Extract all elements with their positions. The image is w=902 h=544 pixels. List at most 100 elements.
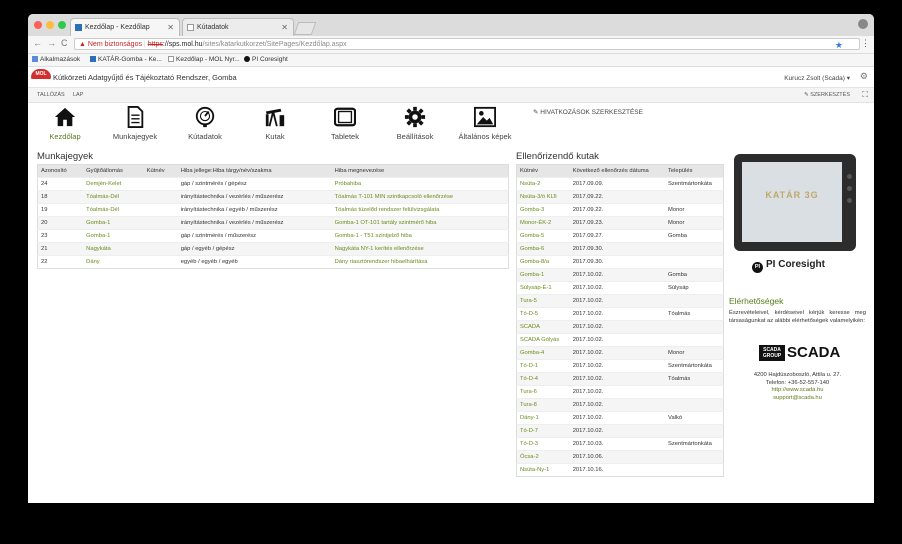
cell-link[interactable]: Tura-8: [516, 398, 570, 412]
table-row[interactable]: Ócsa-2 2017.10.06.: [516, 450, 724, 464]
profile-icon[interactable]: [858, 19, 868, 29]
cell-link[interactable]: Nsüta-3/ö KIJI: [516, 190, 570, 204]
cell-link[interactable]: Monor-ÉK-2: [516, 216, 570, 230]
cell-link[interactable]: Dány-1: [516, 411, 570, 425]
edit-page-link[interactable]: ✎ SZERKESZTÉS: [804, 88, 850, 102]
table-row[interactable]: SCADA 2017.10.02.: [516, 320, 724, 334]
table-row[interactable]: Nsüta-2 2017.09.09. Szentmártonkáta: [516, 177, 724, 191]
nav-altalanos-kepek[interactable]: Általános képek: [455, 106, 515, 141]
cell-link[interactable]: Tó-D-7: [516, 424, 570, 438]
column-header[interactable]: Település: [665, 164, 724, 178]
cell-link[interactable]: Dány: [83, 255, 144, 269]
cell-link[interactable]: Nsüta-Ny-1: [516, 463, 570, 477]
url-input[interactable]: ▲ Nem biztonságos | https://sps.mol.hu/s…: [74, 38, 860, 50]
close-window-button[interactable]: [34, 21, 42, 29]
nav-tabletek[interactable]: Tabletek: [315, 106, 375, 141]
cell-link[interactable]: Gomba-1 - T51 szintjelző hiba: [331, 229, 509, 243]
cell-link[interactable]: Nagykáta NY-1 kerítés ellenőrzése: [331, 242, 509, 256]
mol-logo[interactable]: MOL: [31, 69, 51, 79]
nav-kezdolap[interactable]: Kezdőlap: [35, 106, 95, 141]
ribbon-tab-tallozas[interactable]: TALLÓZÁS: [37, 88, 65, 102]
cell-link[interactable]: Tó-D-5: [516, 307, 570, 321]
edit-links-button[interactable]: ✎ HIVATKOZÁSOK SZERKESZTÉSE: [533, 108, 643, 116]
browser-menu-icon[interactable]: ⋮: [861, 38, 870, 49]
cell-link[interactable]: Dány riasztórendszer hibaelhárítása: [331, 255, 509, 269]
table-row[interactable]: 19 Tóalmás-Dél irányítástechnika / egyéb /…: [37, 203, 509, 217]
cell-link[interactable]: Tóalmás T-101 MIN szintkapcsoló ellenőrz…: [331, 190, 509, 204]
cell-link[interactable]: Tó-D-4: [516, 372, 570, 386]
settings-gear-icon[interactable]: ⚙: [860, 71, 868, 82]
table-row[interactable]: SCADA Gólyás 2017.10.02.: [516, 333, 724, 347]
cell-link[interactable]: Tóalmás-Dél: [83, 203, 144, 217]
column-header[interactable]: Azonosító: [37, 164, 84, 178]
cell-link[interactable]: Tó-D-3: [516, 437, 570, 451]
bookmark-apps[interactable]: Alkalmazások: [32, 54, 80, 66]
cell-link[interactable]: Tóalmás-Dél: [83, 190, 144, 204]
column-header[interactable]: Kútnév: [516, 164, 570, 178]
table-row[interactable]: Gomba-5 2017.09.27. Gomba: [516, 229, 724, 243]
back-icon[interactable]: ←: [33, 38, 42, 48]
table-row[interactable]: 22 Dány egyéb / egyéb / egyéb Dány riasztór…: [37, 255, 509, 269]
table-row[interactable]: 20 Gomba-1 irányítástechnika / vezérlés / …: [37, 216, 509, 230]
column-header[interactable]: Hiba megnevezése: [331, 164, 509, 178]
table-row[interactable]: Tó-D-1 2017.10.02. Szentmártonkáta: [516, 359, 724, 373]
table-row[interactable]: Súlysáp-É-1 2017.10.02. Súlysáp: [516, 281, 724, 295]
tab-kezdolap[interactable]: Kezdőlap - Kezdőlap ✕: [70, 18, 180, 36]
cell-link[interactable]: Gomba-4: [516, 346, 570, 360]
ribbon-tab-lap[interactable]: LAP: [73, 88, 83, 102]
user-menu[interactable]: Kurucz Zsolt (Scada) ▾: [784, 74, 850, 82]
cell-link[interactable]: Próbahiba: [331, 177, 509, 191]
table-row[interactable]: Gomba-8/a 2017.09.30.: [516, 255, 724, 269]
table-row[interactable]: Tó-D-3 2017.10.03. Szentmártonkáta: [516, 437, 724, 451]
table-row[interactable]: Dány-1 2017.10.02. Valkó: [516, 411, 724, 425]
cell-link[interactable]: Demjén-Kelet: [83, 177, 144, 191]
cell-link[interactable]: Tura-6: [516, 385, 570, 399]
cell-link[interactable]: Gomba-1: [83, 216, 144, 230]
table-row[interactable]: Gomba-6 2017.09.30.: [516, 242, 724, 256]
nav-munkajegyek[interactable]: Munkajegyek: [105, 106, 165, 141]
new-tab-button[interactable]: [293, 22, 317, 35]
site-title[interactable]: Kútkörzeti Adatgyűjtő és Tájékoztató Ren…: [53, 73, 237, 82]
table-row[interactable]: Tó-D-5 2017.10.02. Tóalmás: [516, 307, 724, 321]
nav-beallitasok[interactable]: Beállítások: [385, 106, 445, 141]
table-row[interactable]: Tura-5 2017.10.02.: [516, 294, 724, 308]
close-tab-icon[interactable]: ✕: [167, 19, 174, 37]
table-row[interactable]: 24 Demjén-Kelet gáp / szintmérés / gépész P…: [37, 177, 509, 191]
cell-link[interactable]: Gomba-6: [516, 242, 570, 256]
table-row[interactable]: Tura-8 2017.10.02.: [516, 398, 724, 412]
cell-link[interactable]: Nagykáta: [83, 242, 144, 256]
cell-link[interactable]: Ócsa-2: [516, 450, 570, 464]
cell-link[interactable]: Gomba-3: [516, 203, 570, 217]
bookmark-pi[interactable]: PI Coresight: [244, 54, 288, 66]
nav-kutak[interactable]: Kutak: [245, 106, 305, 141]
website-link[interactable]: http://www.scada.hu: [729, 387, 866, 395]
minimize-window-button[interactable]: [46, 21, 54, 29]
cell-link[interactable]: Súlysáp-É-1: [516, 281, 570, 295]
table-row[interactable]: Nsüta-Ny-1 2017.10.16.: [516, 463, 724, 477]
security-warning[interactable]: Nem biztonságos: [88, 41, 142, 48]
cell-link[interactable]: SCADA: [516, 320, 570, 334]
table-row[interactable]: Tó-D-7 2017.10.02.: [516, 424, 724, 438]
maximize-window-button[interactable]: [58, 21, 66, 29]
table-row[interactable]: Monor-ÉK-2 2017.09.23. Monor: [516, 216, 724, 230]
focus-mode-icon[interactable]: ⛶: [862, 88, 868, 102]
cell-link[interactable]: Gomba-1: [516, 268, 570, 282]
column-header[interactable]: Hiba jellege:Hiba tárgy/név/szakma: [177, 164, 332, 178]
table-row[interactable]: Nsüta-3/ö KIJI 2017.09.22.: [516, 190, 724, 204]
table-row[interactable]: Gomba-3 2017.09.22. Monor: [516, 203, 724, 217]
nav-kutadatok[interactable]: Kútadatok: [175, 106, 235, 141]
pi-coresight-link[interactable]: PI PI Coresight: [752, 259, 825, 273]
table-row[interactable]: Gomba-1 2017.10.02. Gomba: [516, 268, 724, 282]
cell-link[interactable]: Nsüta-2: [516, 177, 570, 191]
bookmark-star-icon[interactable]: ★: [835, 39, 843, 51]
table-row[interactable]: Gomba-4 2017.10.02. Monor: [516, 346, 724, 360]
close-tab-icon[interactable]: ✕: [281, 19, 288, 37]
cell-link[interactable]: Tura-5: [516, 294, 570, 308]
column-header[interactable]: Következő ellenőrzés dátuma: [569, 164, 666, 178]
tab-kutadatok[interactable]: Kútadatok ✕: [182, 18, 294, 36]
cell-link[interactable]: Gomba-8/a: [516, 255, 570, 269]
bookmark-mol[interactable]: Kezdőlap - MOL Nyr...: [168, 54, 240, 66]
table-row[interactable]: 23 Gomba-1 gáp / szintmérés / műszerész Gom…: [37, 229, 509, 243]
column-header[interactable]: Kútnév: [143, 164, 178, 178]
cell-link[interactable]: Gomba-1 OT-101 tartály szintmérő hiba: [331, 216, 509, 230]
